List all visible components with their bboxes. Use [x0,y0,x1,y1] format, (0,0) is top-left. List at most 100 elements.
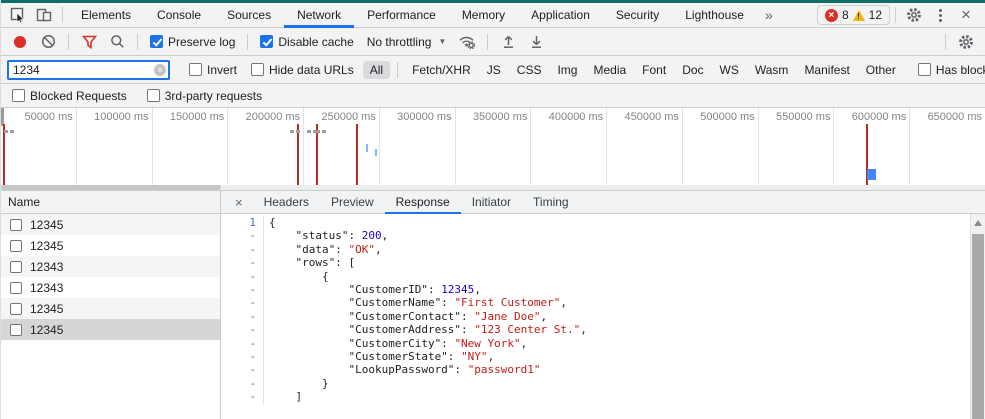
response-code[interactable]: 1{- "status": 200,- "data": "OK",- "rows… [221,214,970,419]
tab-headers[interactable]: Headers [253,191,320,214]
code-line-text: "CustomerContact": "Jane Doe", [264,310,547,323]
checkbox-icon[interactable] [10,261,22,273]
filter-type-all[interactable]: All [363,61,390,79]
third-party-requests-checkbox[interactable]: 3rd-party requests [142,89,267,103]
tab-memory[interactable]: Memory [449,3,518,28]
import-har-button[interactable] [495,30,521,54]
inspect-element-button[interactable] [5,3,31,27]
tab-performance[interactable]: Performance [354,3,449,28]
code-line-text: "status": 200, [264,229,388,242]
timeline-grid-line [682,108,683,185]
filter-type-wasm[interactable]: Wasm [748,61,796,79]
timeline-grid-line [76,108,77,185]
fold-marker-icon[interactable]: - [221,296,264,309]
clear-network-log-button[interactable] [35,30,61,54]
filter-input[interactable] [7,60,170,80]
checkbox-icon[interactable] [10,219,22,231]
request-row[interactable]: 12345 [1,298,220,319]
timeline-grid-line [909,108,910,185]
request-row[interactable]: 12345 [1,319,220,340]
tab-application[interactable]: Application [518,3,603,28]
fold-marker-icon[interactable]: - [221,390,264,403]
timeline-tick-label: 200000 ms [230,111,300,123]
clear-filter-icon[interactable]: × [154,64,166,76]
filter-type-manifest[interactable]: Manifest [797,61,856,79]
tab-elements[interactable]: Elements [68,3,144,28]
fold-marker-icon[interactable]: - [221,229,264,242]
response-vertical-scrollbar[interactable] [970,214,985,419]
devtools-menu-button[interactable] [927,3,953,27]
checkbox-icon[interactable] [10,282,22,294]
filter-type-css[interactable]: CSS [510,61,549,79]
request-rows: 123451234512343123431234512345 [1,214,220,340]
fold-marker-icon[interactable]: - [221,270,264,283]
tab-timing[interactable]: Timing [522,191,580,214]
filter-type-other[interactable]: Other [859,61,903,79]
tab-lighthouse[interactable]: Lighthouse [672,3,757,28]
fold-marker-icon[interactable]: - [221,377,264,390]
inspect-cursor-icon [10,7,26,23]
search-button[interactable] [104,30,130,54]
filter-type-doc[interactable]: Doc [675,61,710,79]
filter-type-media[interactable]: Media [586,61,633,79]
timeline-event-line [316,124,318,185]
close-devtools-button[interactable]: × [953,3,979,27]
tab-sources[interactable]: Sources [214,3,284,28]
tab-console[interactable]: Console [144,3,214,28]
issues-badge[interactable]: × 8 ! 12 [817,5,890,25]
filter-type-fetch-xhr[interactable]: Fetch/XHR [405,61,478,79]
record-network-log-button[interactable] [7,30,33,54]
tab-initiator[interactable]: Initiator [461,191,522,214]
network-settings-button[interactable] [953,30,979,54]
request-row[interactable]: 12345 [1,235,220,256]
fold-marker-icon[interactable]: - [221,323,264,336]
fold-marker-icon[interactable]: - [221,283,264,296]
network-conditions-button[interactable] [454,30,480,54]
throttling-select[interactable]: No throttling ▼ [361,35,453,49]
network-conditions-icon [458,34,476,49]
network-overview-timeline[interactable]: 50000 ms100000 ms150000 ms200000 ms25000… [1,108,985,185]
fold-marker-icon[interactable]: - [221,256,264,269]
request-row[interactable]: 12343 [1,256,220,277]
fold-marker-icon[interactable]: - [221,363,264,376]
overview-horizontal-scrollbar[interactable] [1,185,985,190]
scrollbar-thumb[interactable] [1,185,221,190]
gear-icon [906,7,922,23]
filter-type-font[interactable]: Font [635,61,673,79]
invert-checkbox[interactable]: Invert [184,63,242,77]
checkbox-icon[interactable] [10,303,22,315]
filter-type-img[interactable]: Img [550,61,584,79]
device-toolbar-button[interactable] [31,3,57,27]
scrollbar-thumb[interactable] [972,234,984,419]
tab-preview[interactable]: Preview [320,191,385,214]
toolbar-divider [137,34,138,50]
tab-security[interactable]: Security [603,3,672,28]
tab-network[interactable]: Network [284,3,354,28]
fold-marker-icon[interactable]: - [221,243,264,256]
checkbox-icon[interactable] [10,240,22,252]
tab-response[interactable]: Response [385,191,461,214]
request-row[interactable]: 12345 [1,214,220,235]
scroll-up-arrow-icon[interactable] [974,220,982,226]
close-details-button[interactable]: × [221,195,253,210]
export-har-button[interactable] [523,30,549,54]
preserve-log-checkbox[interactable]: Preserve log [145,35,240,49]
more-tabs-button[interactable]: » [757,4,781,27]
has-blocked-cookies-checkbox[interactable]: Has blocked cookies [913,63,985,77]
filter-toggle-button[interactable] [76,30,102,54]
code-line-row: - "data": "OK", [221,243,970,256]
fold-marker-icon[interactable]: - [221,310,264,323]
request-name: 12345 [30,323,63,337]
network-filter-bar: × Invert Hide data URLs All Fetch/XHRJSCS… [1,56,985,84]
request-row[interactable]: 12343 [1,277,220,298]
blocked-requests-checkbox[interactable]: Blocked Requests [7,89,132,103]
filter-type-ws[interactable]: WS [713,61,746,79]
checkbox-icon[interactable] [10,324,22,336]
filter-type-js[interactable]: JS [480,61,508,79]
settings-button[interactable] [901,3,927,27]
fold-marker-icon[interactable]: - [221,337,264,350]
fold-marker-icon[interactable]: - [221,350,264,363]
hide-data-urls-checkbox[interactable]: Hide data URLs [246,63,359,77]
name-column-header[interactable]: Name [1,191,220,214]
disable-cache-checkbox[interactable]: Disable cache [255,35,358,49]
